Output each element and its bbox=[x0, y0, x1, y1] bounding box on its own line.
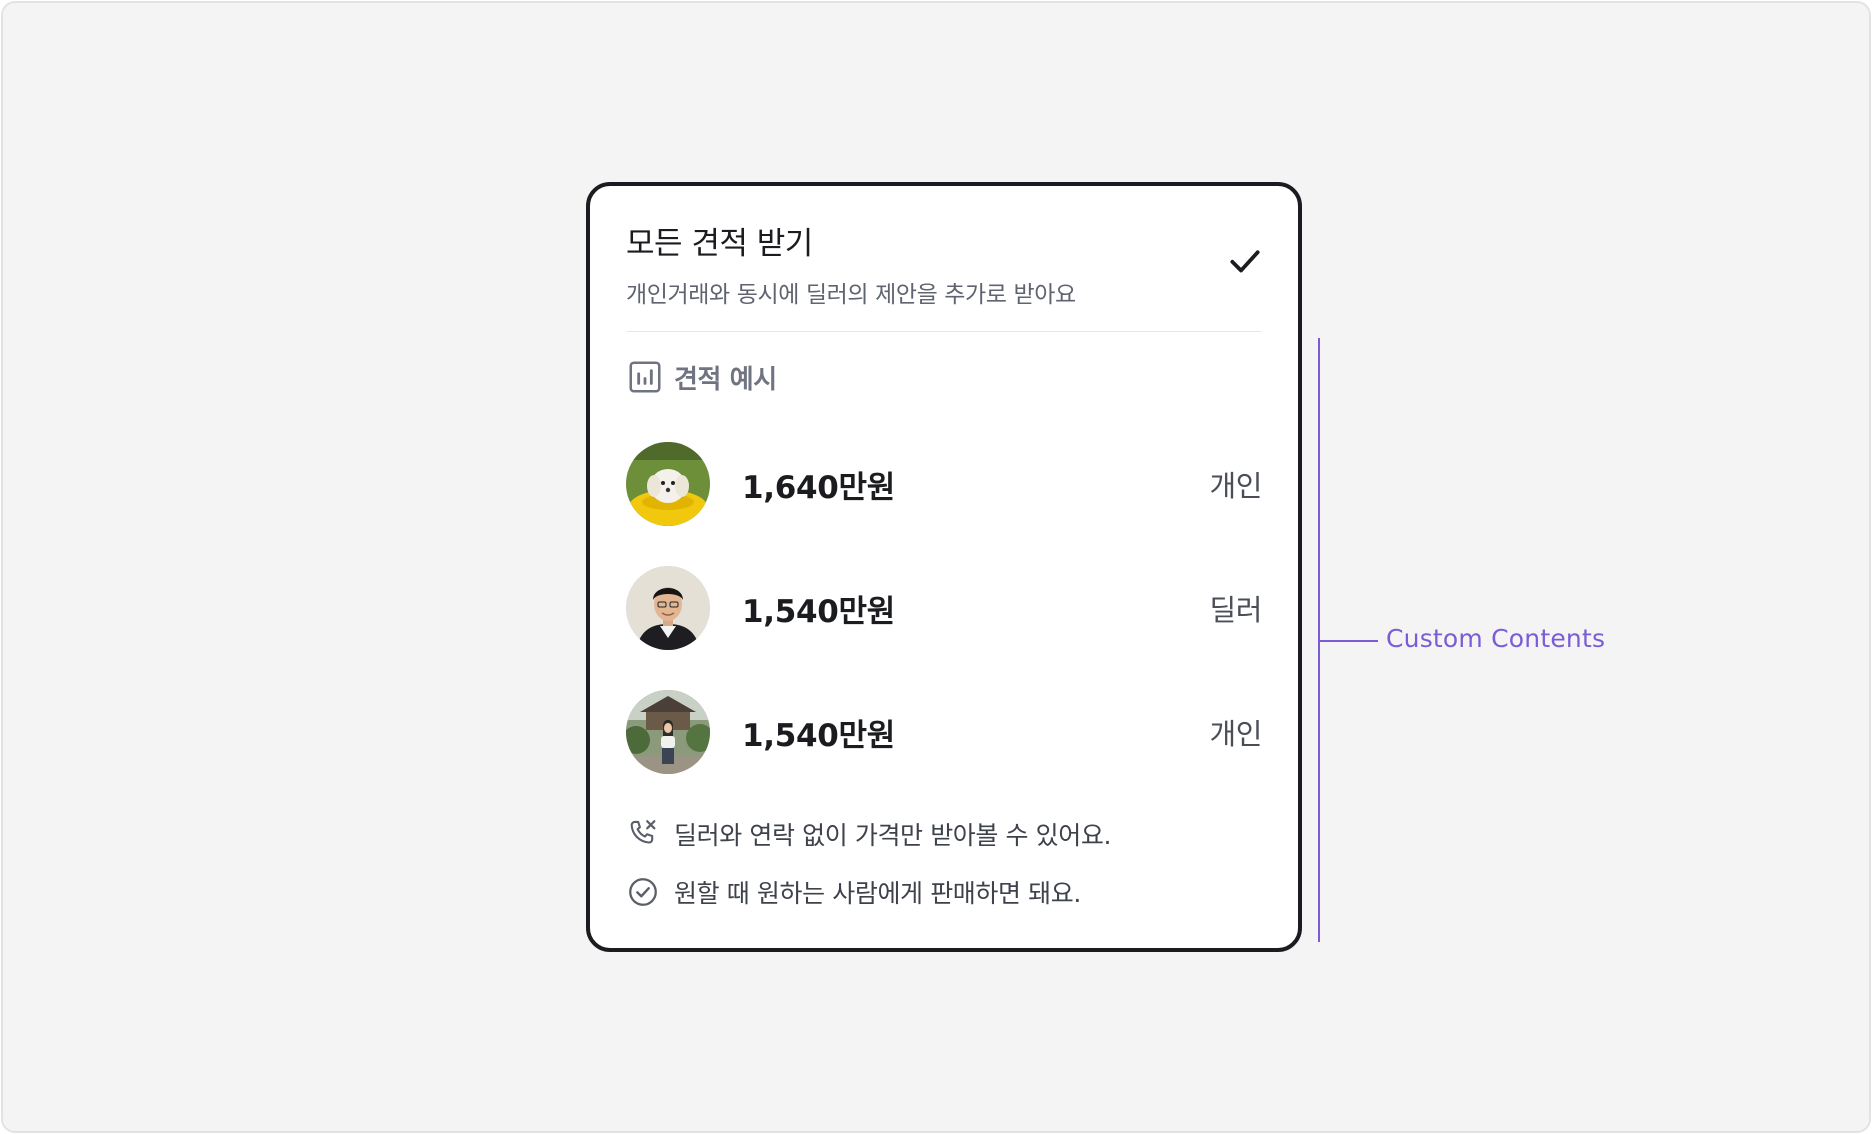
section-title: 견적 예시 bbox=[674, 364, 777, 395]
offer-kind: 개인 bbox=[1209, 469, 1262, 503]
phone-blocked-icon bbox=[630, 820, 656, 844]
card-subtitle: 개인거래와 동시에 딜러의 제안을 추가로 받아요 bbox=[626, 282, 1076, 308]
bar-chart-icon bbox=[629, 361, 661, 393]
note-text: 원할 때 원하는 사람에게 판매하면 돼요. bbox=[674, 879, 1081, 908]
offer-row: 1,540만원 딜러 bbox=[626, 566, 1262, 650]
offer-list: 1,640만원 개인 1,540만원 딜러 1,540만원 개인 bbox=[626, 442, 1262, 814]
man-avatar bbox=[626, 566, 710, 650]
section-header: 견적 예시 bbox=[626, 358, 777, 396]
offer-kind: 개인 bbox=[1209, 717, 1262, 751]
annotation-tick bbox=[1320, 640, 1378, 642]
benefit-notes: 딜러와 연락 없이 가격만 받아볼 수 있어요. 원할 때 원하는 사람에게 판… bbox=[626, 816, 1262, 932]
offer-price: 1,640만원 bbox=[742, 469, 895, 506]
card-title: 모든 견적 받기 bbox=[626, 226, 813, 262]
offer-row: 1,540만원 개인 bbox=[626, 690, 1262, 774]
dog-avatar bbox=[626, 442, 710, 526]
note-text: 딜러와 연락 없이 가격만 받아볼 수 있어요. bbox=[674, 821, 1112, 850]
checkmark-icon[interactable] bbox=[1226, 242, 1264, 280]
card-header: 모든 견적 받기 개인거래와 동시에 딜러의 제안을 추가로 받아요 bbox=[626, 218, 1262, 309]
offer-row: 1,640만원 개인 bbox=[626, 442, 1262, 526]
woman-avatar bbox=[626, 690, 710, 774]
annotation-label: Custom Contents bbox=[1386, 624, 1606, 653]
benefit-note: 원할 때 원하는 사람에게 판매하면 돼요. bbox=[626, 874, 1262, 910]
divider bbox=[626, 331, 1262, 332]
quote-option-card[interactable]: 모든 견적 받기 개인거래와 동시에 딜러의 제안을 추가로 받아요 견적 예시 bbox=[586, 182, 1302, 952]
offer-kind: 딜러 bbox=[1209, 593, 1262, 627]
benefit-note: 딜러와 연락 없이 가격만 받아볼 수 있어요. bbox=[626, 816, 1262, 852]
offer-price: 1,540만원 bbox=[742, 717, 895, 754]
check-circle-icon bbox=[629, 878, 657, 906]
offer-price: 1,540만원 bbox=[742, 593, 895, 630]
